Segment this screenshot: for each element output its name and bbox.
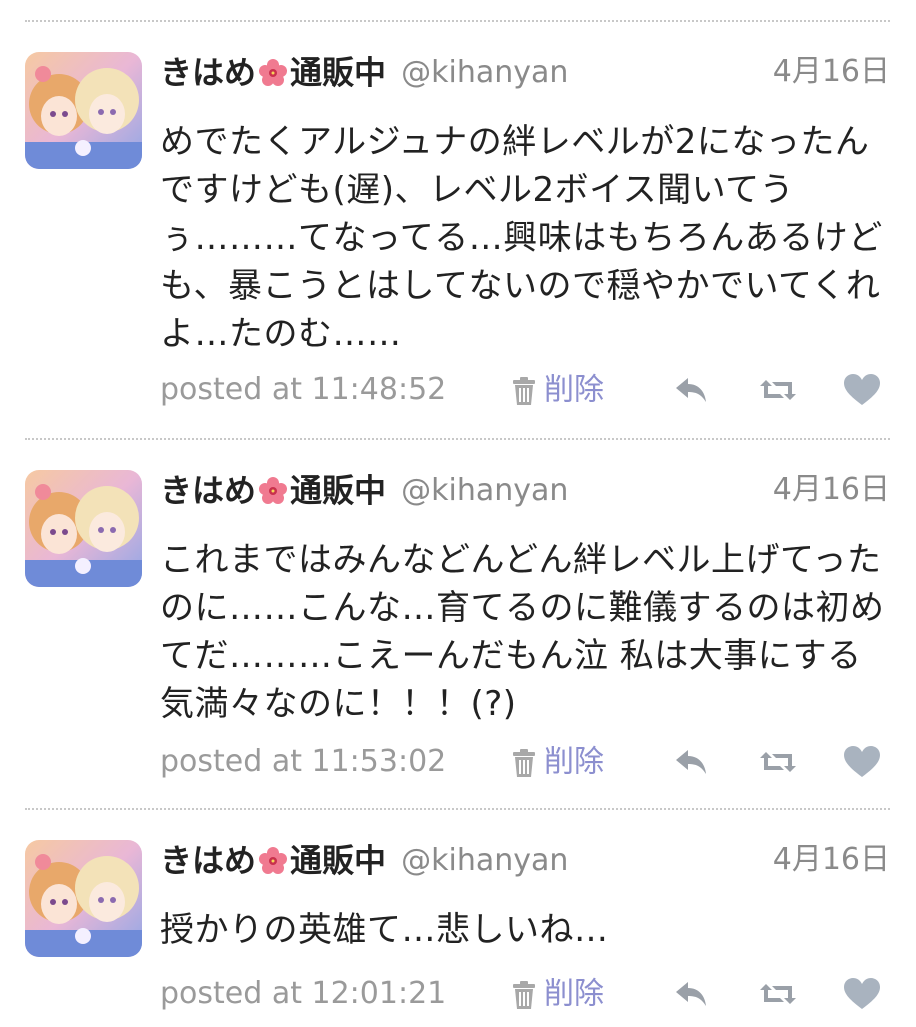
- retweet-icon[interactable]: [758, 744, 798, 780]
- reply-icon[interactable]: [672, 976, 712, 1012]
- tweet-item: きはめ 通販中 @kihanyan 4月16日 授かりの英雄て…悲しいね… pos…: [0, 840, 916, 1024]
- tweet-footer: posted at 11:53:02 削除: [160, 740, 890, 784]
- user-name[interactable]: きはめ: [160, 842, 256, 880]
- tweet-header: きはめ 通販中 @kihanyan 4月16日: [160, 840, 890, 888]
- tweet-item: きはめ 通販中 @kihanyan 4月16日 めでたくアルジュナの絆レベルが2に…: [0, 52, 916, 422]
- avatar[interactable]: [25, 840, 142, 957]
- trash-icon: [510, 748, 538, 778]
- tweet-header: きはめ 通販中 @kihanyan 4月16日: [160, 470, 890, 518]
- tweet-date[interactable]: 4月16日: [773, 470, 890, 510]
- avatar[interactable]: [25, 470, 142, 587]
- tweet-text: 授かりの英雄て…悲しいね…: [160, 910, 609, 950]
- user-handle[interactable]: @kihanyan: [401, 473, 568, 508]
- posted-time[interactable]: posted at 11:48:52: [160, 368, 446, 412]
- tweet-date[interactable]: 4月16日: [773, 52, 890, 92]
- user-name-suffix: 通販中: [290, 53, 387, 92]
- heart-icon[interactable]: [842, 976, 882, 1012]
- tweet-footer: posted at 11:48:52 削除: [160, 368, 890, 412]
- tweet-text: これまではみんなどんどん絆レベル上げてったのに……こんな…育てるのに難儀するのは…: [160, 540, 885, 724]
- hibiscus-icon: [258, 846, 288, 876]
- user-handle[interactable]: @kihanyan: [401, 55, 568, 90]
- user-name[interactable]: きはめ: [160, 54, 256, 92]
- avatar[interactable]: [25, 52, 142, 169]
- reply-icon[interactable]: [672, 744, 712, 780]
- trash-icon: [510, 980, 538, 1010]
- user-name[interactable]: きはめ: [160, 472, 256, 510]
- divider: [25, 808, 890, 810]
- divider: [25, 438, 890, 440]
- delete-button[interactable]: 削除: [510, 368, 604, 412]
- retweet-icon[interactable]: [758, 372, 798, 408]
- delete-label: 削除: [544, 372, 604, 408]
- tweet-text: めでたくアルジュナの絆レベルが2になったんですけども(遅)、レベル2ボイス聞いて…: [160, 122, 883, 354]
- tweet-date[interactable]: 4月16日: [773, 840, 890, 880]
- user-name-suffix: 通販中: [290, 471, 387, 510]
- hibiscus-icon: [258, 476, 288, 506]
- user-handle[interactable]: @kihanyan: [401, 843, 568, 878]
- tweet-header: きはめ 通販中 @kihanyan 4月16日: [160, 52, 890, 100]
- delete-label: 削除: [544, 744, 604, 780]
- retweet-icon[interactable]: [758, 976, 798, 1012]
- divider: [25, 20, 890, 22]
- delete-label: 削除: [544, 976, 604, 1012]
- posted-time[interactable]: posted at 11:53:02: [160, 740, 446, 784]
- posted-time[interactable]: posted at 12:01:21: [160, 972, 446, 1016]
- tweet-item: きはめ 通販中 @kihanyan 4月16日 これまではみんなどんどん絆レベル上…: [0, 470, 916, 790]
- trash-icon: [510, 376, 538, 406]
- tweet-feed: きはめ 通販中 @kihanyan 4月16日 めでたくアルジュナの絆レベルが2に…: [0, 0, 916, 1024]
- delete-button[interactable]: 削除: [510, 972, 604, 1016]
- heart-icon[interactable]: [842, 372, 882, 408]
- heart-icon[interactable]: [842, 744, 882, 780]
- reply-icon[interactable]: [672, 372, 712, 408]
- delete-button[interactable]: 削除: [510, 740, 604, 784]
- tweet-footer: posted at 12:01:21 削除: [160, 972, 890, 1016]
- hibiscus-icon: [258, 58, 288, 88]
- user-name-suffix: 通販中: [290, 841, 387, 880]
